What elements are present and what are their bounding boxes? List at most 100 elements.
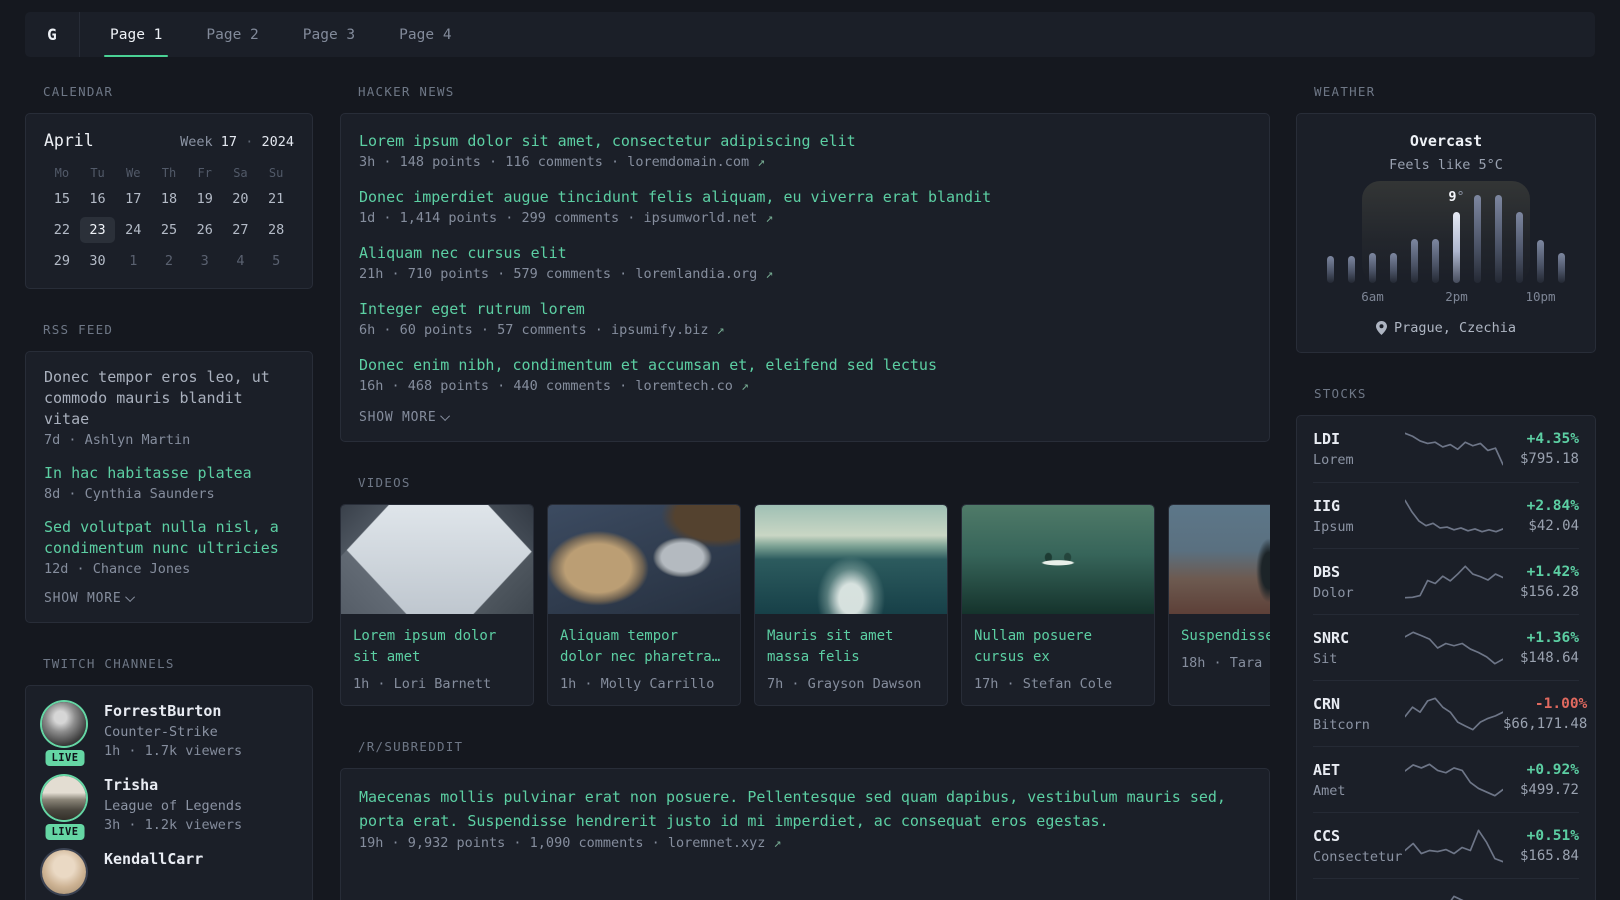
rss-show-more-button[interactable]: SHOW MORE [44,591,294,606]
video-title[interactable]: Lorem ipsum dolor sit amet consectetu… [353,626,521,668]
nav-tab[interactable]: Page 2 [184,12,280,57]
weather-bar-slot [1383,195,1404,283]
video-meta: 1h · Lori Barnett [353,676,492,692]
hn-item-meta: 3h · 148 points · 116 comments · loremdo… [359,154,766,170]
stock-sparkline [1405,696,1503,731]
weather-bar [1327,255,1334,283]
stock-change: +0.51% [1526,827,1579,844]
hn-item-title[interactable]: Donec imperdiet augue tincidunt felis al… [359,186,1251,208]
subreddit-post-meta: 19h · 9,932 points · 1,090 comments · lo… [359,835,782,851]
external-link-icon[interactable]: ↗ [765,211,773,226]
channel-name[interactable]: ForrestBurton [104,702,242,720]
video-card[interactable]: Nullam posuere cursus ex 17h · Stefan Co… [961,504,1155,706]
video-title[interactable]: Aliquam tempor dolor nec pharetra… [560,626,728,668]
avatar [42,776,86,820]
external-link-icon[interactable]: ↗ [774,836,782,851]
external-link-icon[interactable]: ↗ [741,379,749,394]
hn-item: Aliquam nec cursus elit 21h · 710 points… [359,242,1251,282]
stock-name: Sit [1313,650,1338,667]
rss-item-meta: 8d · Cynthia Saunders [44,486,215,502]
weekday-label: Mo [54,166,70,180]
stock-row[interactable]: DBS Dolor +1.42% $156.28 [1313,548,1579,614]
twitch-section-label: TWITCH CHANNELS [43,656,175,671]
stock-row[interactable]: SNRC Sit +1.36% $148.64 [1313,614,1579,680]
current-temp-label: 9° [1448,188,1465,205]
app-logo[interactable]: G [25,12,80,57]
stock-row[interactable]: IIG Ipsum +2.84% $42.04 [1313,482,1579,548]
stock-ticker[interactable]: CCS [1313,827,1405,845]
hn-item: Lorem ipsum dolor sit amet, consectetur … [359,130,1251,170]
hn-item-title[interactable]: Lorem ipsum dolor sit amet, consectetur … [359,130,1251,152]
stock-ticker[interactable]: IIG [1313,497,1405,515]
video-thumbnail[interactable] [755,505,947,614]
rss-item-title[interactable]: In hac habitasse platea [44,463,294,484]
hn-show-more-button[interactable]: SHOW MORE [359,410,1251,425]
weather-bar [1558,253,1565,283]
stock-row[interactable]: CCS Consectetur +0.51% $165.84 [1313,812,1579,878]
external-link-icon[interactable]: ↗ [765,267,773,282]
nav-tab[interactable]: Page 4 [377,12,473,57]
hn-item-title[interactable]: Integer eget rutrum lorem [359,298,1251,320]
video-thumbnail[interactable] [962,505,1154,614]
external-link-icon[interactable]: ↗ [757,155,765,170]
hn-item-meta: 21h · 710 points · 579 comments · loreml… [359,266,774,282]
stock-row[interactable]: CRN Bitcorn -1.00% $66,171.48 [1313,680,1587,746]
video-title[interactable]: Suspendisse diam [1181,626,1270,647]
stock-ticker[interactable]: CRN [1313,695,1405,713]
weekday-label: We [126,166,141,180]
subreddit-post-title[interactable]: Maecenas mollis pulvinar erat non posuer… [359,785,1251,833]
weather-location: Prague, Czechia [1312,320,1580,336]
weather-bar-slot [1320,195,1341,283]
video-card[interactable]: Suspendisse diam 18h · Tara [1168,504,1270,706]
external-link-icon[interactable]: ↗ [717,323,725,338]
video-thumbnail[interactable] [548,505,740,614]
stock-sparkline [1405,432,1503,466]
rss-item-title[interactable]: Sed volutpat nulla nisl, a condimentum n… [44,517,294,559]
stock-sparkline [1405,564,1503,599]
weather-bar-slot [1551,195,1572,283]
stock-values: +1.36% $148.64 [1503,630,1579,666]
stock-id: SNRC Sit [1313,629,1405,667]
stock-ticker[interactable]: SNRC [1313,629,1405,647]
calendar-day: 19 [196,191,213,207]
twitch-channel-row[interactable]: LIVE Trisha League of Legends 3h · 1.2k … [42,776,296,840]
video-card[interactable]: Aliquam tempor dolor nec pharetra… 1h · … [547,504,741,706]
video-row: Lorem ipsum dolor sit amet consectetu… 1… [340,504,1270,706]
video-thumbnail[interactable] [341,505,533,614]
rss-item-title[interactable]: Donec tempor eros leo, ut commodo mauris… [44,367,294,430]
nav-tab[interactable]: Page 1 [88,12,184,57]
hn-card: Lorem ipsum dolor sit amet, consectetur … [340,113,1270,442]
video-card[interactable]: Lorem ipsum dolor sit amet consectetu… 1… [340,504,534,706]
hn-item-title[interactable]: Donec enim nibh, condimentum et accumsan… [359,354,1251,376]
twitch-channel-row[interactable]: LIVE ForrestBurton Counter-Strike 1h · 1… [42,702,296,766]
calendar-day: 4 [236,253,245,269]
rss-section-label: RSS FEED [43,322,114,337]
video-thumbnail[interactable] [1169,505,1270,614]
channel-name[interactable]: KendallCarr [104,850,203,868]
video-title[interactable]: Nullam posuere cursus ex [974,626,1142,668]
stock-price: $148.64 [1519,649,1579,666]
avatar [42,850,86,894]
channel-name[interactable]: Trisha [104,776,242,794]
hn-item-title[interactable]: Aliquam nec cursus elit [359,242,1251,264]
stock-ticker[interactable]: AET [1313,761,1405,779]
video-title[interactable]: Mauris sit amet massa felis [767,626,935,668]
stock-id: CRN Bitcorn [1313,695,1405,733]
rss-item: Donec tempor eros leo, ut commodo mauris… [44,367,294,448]
avatar-wrap: LIVE [42,776,88,840]
stock-ticker[interactable]: DBS [1313,563,1405,581]
stock-ticker[interactable]: LDI [1313,430,1405,448]
hn-list: Lorem ipsum dolor sit amet, consectetur … [359,130,1251,394]
weather-bar [1453,211,1460,283]
weather-bar-slot [1341,195,1362,283]
stock-row[interactable]: AHS +0.46% [1313,878,1579,900]
video-body: Nullam posuere cursus ex 17h · Stefan Co… [962,614,1154,705]
stock-row[interactable]: AET Amet +0.92% $499.72 [1313,746,1579,812]
subreddit-widget: /R/SUBREDDIT Maecenas mollis pulvinar er… [340,739,1270,900]
stock-row[interactable]: LDI Lorem +4.35% $795.18 [1313,416,1579,482]
nav-tab[interactable]: Page 3 [281,12,377,57]
twitch-channel-row[interactable]: LIVE KendallCarr [42,850,296,894]
video-card[interactable]: Mauris sit amet massa felis 7h · Grayson… [754,504,948,706]
channel-game: League of Legends [104,798,243,814]
calendar-day: 24 [125,222,142,238]
